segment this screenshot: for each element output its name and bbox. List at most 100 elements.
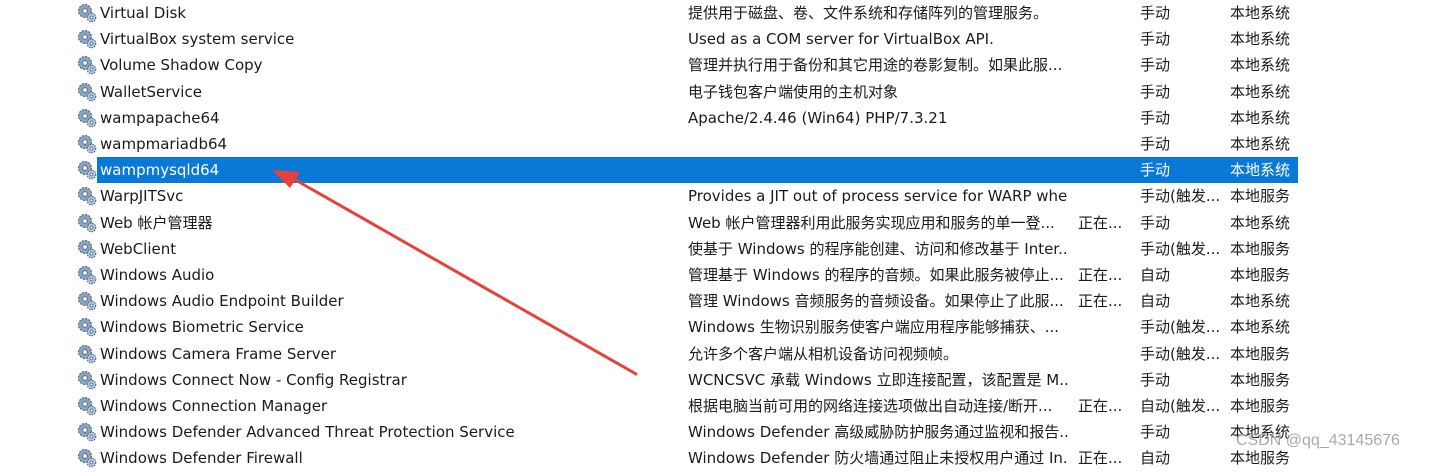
service-name: WebClient	[100, 239, 177, 258]
service-startup-type: 手动	[1140, 30, 1171, 49]
gear-service-icon	[77, 370, 97, 390]
gear-service-icon	[77, 317, 97, 337]
service-name: wampmysqld64	[100, 161, 220, 180]
service-description: Apache/2.4.46 (Win64) PHP/7.3.21	[688, 108, 948, 127]
service-row[interactable]: wampapache64 Apache/2.4.46 (Win64) PHP/7.…	[0, 105, 1442, 131]
service-row[interactable]: Virtual Disk 提供用于磁盘、卷、文件系统和存储阵列的管理服务。 手动 本地…	[0, 0, 1442, 26]
service-row[interactable]: Web 帐户管理器 Web 帐户管理器利用此服务实现应用和服务的单一登... 正在.…	[0, 210, 1442, 236]
service-description: Windows Defender 防火墙通过阻止未授权用户通过 In...	[688, 449, 1068, 468]
service-description: 电子钱包客户端使用的主机对象	[688, 82, 899, 101]
service-row[interactable]: Windows Audio Endpoint Builder 管理 Windows…	[0, 288, 1442, 314]
gear-service-icon	[77, 160, 97, 180]
service-startup-type: 自动(触发...	[1140, 397, 1221, 415]
service-name: Windows Defender Firewall	[100, 449, 303, 468]
service-logon-as: 本地系统	[1230, 4, 1291, 22]
service-description: 管理并执行用于备份和其它用途的卷影复制。如果此服...	[688, 56, 1063, 75]
service-description: 提供用于磁盘、卷、文件系统和存储阵列的管理服务。	[688, 4, 1049, 22]
gear-service-icon	[77, 108, 97, 128]
service-status	[1078, 105, 1134, 131]
service-startup-type: 手动(触发...	[1140, 187, 1221, 206]
service-status	[1078, 183, 1134, 209]
gear-service-icon	[77, 396, 97, 416]
service-name: Windows Audio	[100, 266, 215, 284]
service-logon-as: 本地服务	[1230, 239, 1291, 258]
service-status	[1078, 314, 1134, 340]
service-row[interactable]: Windows Defender Advanced Threat Protect…	[0, 419, 1442, 445]
service-startup-type: 手动	[1140, 108, 1171, 127]
service-row[interactable]: Windows Connect Now - Config Registrar WC…	[0, 367, 1442, 393]
service-startup-type: 手动(触发...	[1140, 239, 1221, 258]
service-startup-type: 自动	[1140, 449, 1171, 468]
service-name: Windows Camera Frame Server	[100, 344, 337, 363]
service-description: Web 帐户管理器利用此服务实现应用和服务的单一登...	[688, 213, 1055, 232]
service-startup-type: 手动	[1140, 135, 1171, 153]
services-list: Virtual Disk 提供用于磁盘、卷、文件系统和存储阵列的管理服务。 手动 本地…	[0, 0, 1442, 468]
service-row[interactable]: WebClient 使基于 Windows 的程序能创建、访问和修改基于 Inte…	[0, 236, 1442, 262]
service-startup-type: 手动	[1140, 56, 1171, 75]
service-name: WarpJITSvc	[100, 187, 184, 206]
gear-service-icon	[77, 422, 97, 442]
service-logon-as: 本地系统	[1230, 56, 1291, 75]
service-status	[1078, 367, 1134, 393]
service-row[interactable]: WalletService 电子钱包客户端使用的主机对象 手动 本地系统	[0, 79, 1442, 105]
gear-service-icon	[77, 239, 97, 259]
gear-service-icon	[77, 82, 97, 102]
service-description: 根据电脑当前可用的网络连接选项做出自动连接/断开...	[688, 397, 1053, 415]
gear-service-icon	[77, 55, 97, 75]
service-row[interactable]: Windows Biometric Service Windows 生物识别服务使…	[0, 314, 1442, 340]
service-row[interactable]: wampmysqld64 手动 本地系统	[0, 157, 1442, 184]
gear-service-icon	[77, 344, 97, 364]
gear-service-icon	[77, 3, 97, 23]
gear-service-icon	[77, 291, 97, 311]
watermark: CSDN @qq_43145676	[1236, 432, 1400, 449]
service-startup-type: 手动(触发...	[1140, 318, 1221, 337]
gear-service-icon	[77, 265, 97, 285]
service-row[interactable]: Windows Camera Frame Server 允许多个客户端从相机设备访…	[0, 341, 1442, 367]
service-logon-as: 本地系统	[1230, 135, 1291, 153]
service-logon-as: 本地系统	[1230, 161, 1291, 180]
service-name: wampmariadb64	[100, 135, 228, 153]
service-name: Volume Shadow Copy	[100, 56, 263, 75]
service-description: Windows 生物识别服务使客户端应用程序能够捕获、...	[688, 318, 1060, 337]
service-startup-type: 手动	[1140, 4, 1171, 22]
service-startup-type: 手动	[1140, 423, 1171, 442]
service-startup-type: 手动	[1140, 213, 1171, 232]
service-logon-as: 本地系统	[1230, 82, 1291, 101]
service-logon-as: 本地系统	[1230, 108, 1291, 127]
gear-service-icon	[77, 29, 97, 49]
service-name: VirtualBox system service	[100, 30, 295, 49]
service-row[interactable]: Windows Audio 管理基于 Windows 的程序的音频。如果此服务被停…	[0, 262, 1442, 288]
service-status: 正在...	[1078, 397, 1123, 415]
service-row[interactable]: wampmariadb64 手动 本地系统	[0, 131, 1442, 157]
service-status	[1078, 131, 1134, 157]
service-name: Windows Defender Advanced Threat Protect…	[100, 423, 515, 442]
service-status	[1078, 26, 1134, 52]
service-status	[1078, 236, 1134, 262]
service-logon-as: 本地系统	[1230, 213, 1291, 232]
service-name: Windows Audio Endpoint Builder	[100, 292, 344, 311]
gear-service-icon	[77, 134, 97, 154]
service-row[interactable]: Volume Shadow Copy 管理并执行用于备份和其它用途的卷影复制。如果…	[0, 52, 1442, 78]
service-description: 使基于 Windows 的程序能创建、访问和修改基于 Inter...	[688, 239, 1068, 258]
service-status	[1078, 157, 1134, 183]
service-description: 允许多个客户端从相机设备访问视频帧。	[688, 344, 959, 363]
service-name: wampapache64	[100, 108, 220, 127]
service-name: Windows Connect Now - Config Registrar	[100, 370, 407, 389]
service-logon-as: 本地服务	[1230, 370, 1291, 389]
service-row[interactable]: WarpJITSvc Provides a JIT out of process …	[0, 183, 1442, 209]
gear-service-icon	[77, 186, 97, 206]
service-startup-type: 自动	[1140, 266, 1171, 284]
service-startup-type: 手动(触发...	[1140, 344, 1221, 363]
service-status	[1078, 52, 1134, 78]
service-name: Windows Connection Manager	[100, 397, 328, 415]
service-description: WCNCSVC 承载 Windows 立即连接配置，该配置是 M...	[688, 370, 1068, 389]
service-row[interactable]: Windows Defender Firewall Windows Defende…	[0, 445, 1442, 471]
service-row[interactable]: VirtualBox system service Used as a COM s…	[0, 26, 1442, 52]
service-description: 管理 Windows 音频服务的音频设备。如果停止了此服...	[688, 292, 1064, 311]
service-description: Windows Defender 高级威胁防护服务通过监视和报告...	[688, 423, 1068, 442]
service-description	[688, 157, 1068, 183]
service-description: 管理基于 Windows 的程序的音频。如果此服务被停止...	[688, 266, 1064, 284]
service-row[interactable]: Windows Connection Manager 根据电脑当前可用的网络连接选…	[0, 393, 1442, 419]
service-status	[1078, 0, 1134, 26]
service-logon-as: 本地服务	[1230, 187, 1291, 206]
